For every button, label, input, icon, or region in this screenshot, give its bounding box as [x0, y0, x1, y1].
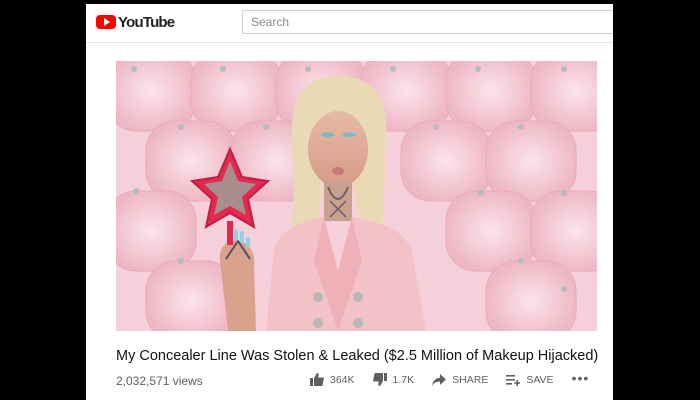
more-icon[interactable]: ••• [572, 370, 590, 386]
save-label: SAVE [526, 373, 554, 386]
like-count: 364K [330, 373, 355, 386]
dislike-count: 1.7K [392, 373, 415, 386]
share-label: SHARE [452, 373, 489, 386]
video-player[interactable] [116, 61, 597, 331]
video-frame [116, 61, 597, 331]
video-actions: 364K 1.7K SHARE SAVE ••• [310, 370, 590, 386]
save-button[interactable]: SAVE [506, 373, 554, 386]
share-icon [432, 373, 447, 386]
video-title: My Concealer Line Was Stolen & Leaked ($… [116, 348, 599, 364]
share-button[interactable]: SHARE [432, 373, 489, 386]
like-button[interactable]: 364K [310, 373, 355, 386]
dislike-button[interactable]: 1.7K [372, 373, 415, 386]
youtube-page: YouTube Search My Concealer Line Was Sto… [86, 4, 613, 400]
search-input[interactable] [242, 10, 613, 34]
thumbs-down-icon [372, 373, 387, 386]
save-playlist-icon [506, 374, 521, 386]
logo-text: YouTube [118, 13, 175, 31]
youtube-logo-icon [96, 15, 116, 29]
top-bar: YouTube [86, 4, 613, 43]
view-count: 2,032,571 views [116, 374, 203, 388]
youtube-logo[interactable]: YouTube [96, 13, 175, 31]
thumbs-up-icon [310, 373, 324, 386]
